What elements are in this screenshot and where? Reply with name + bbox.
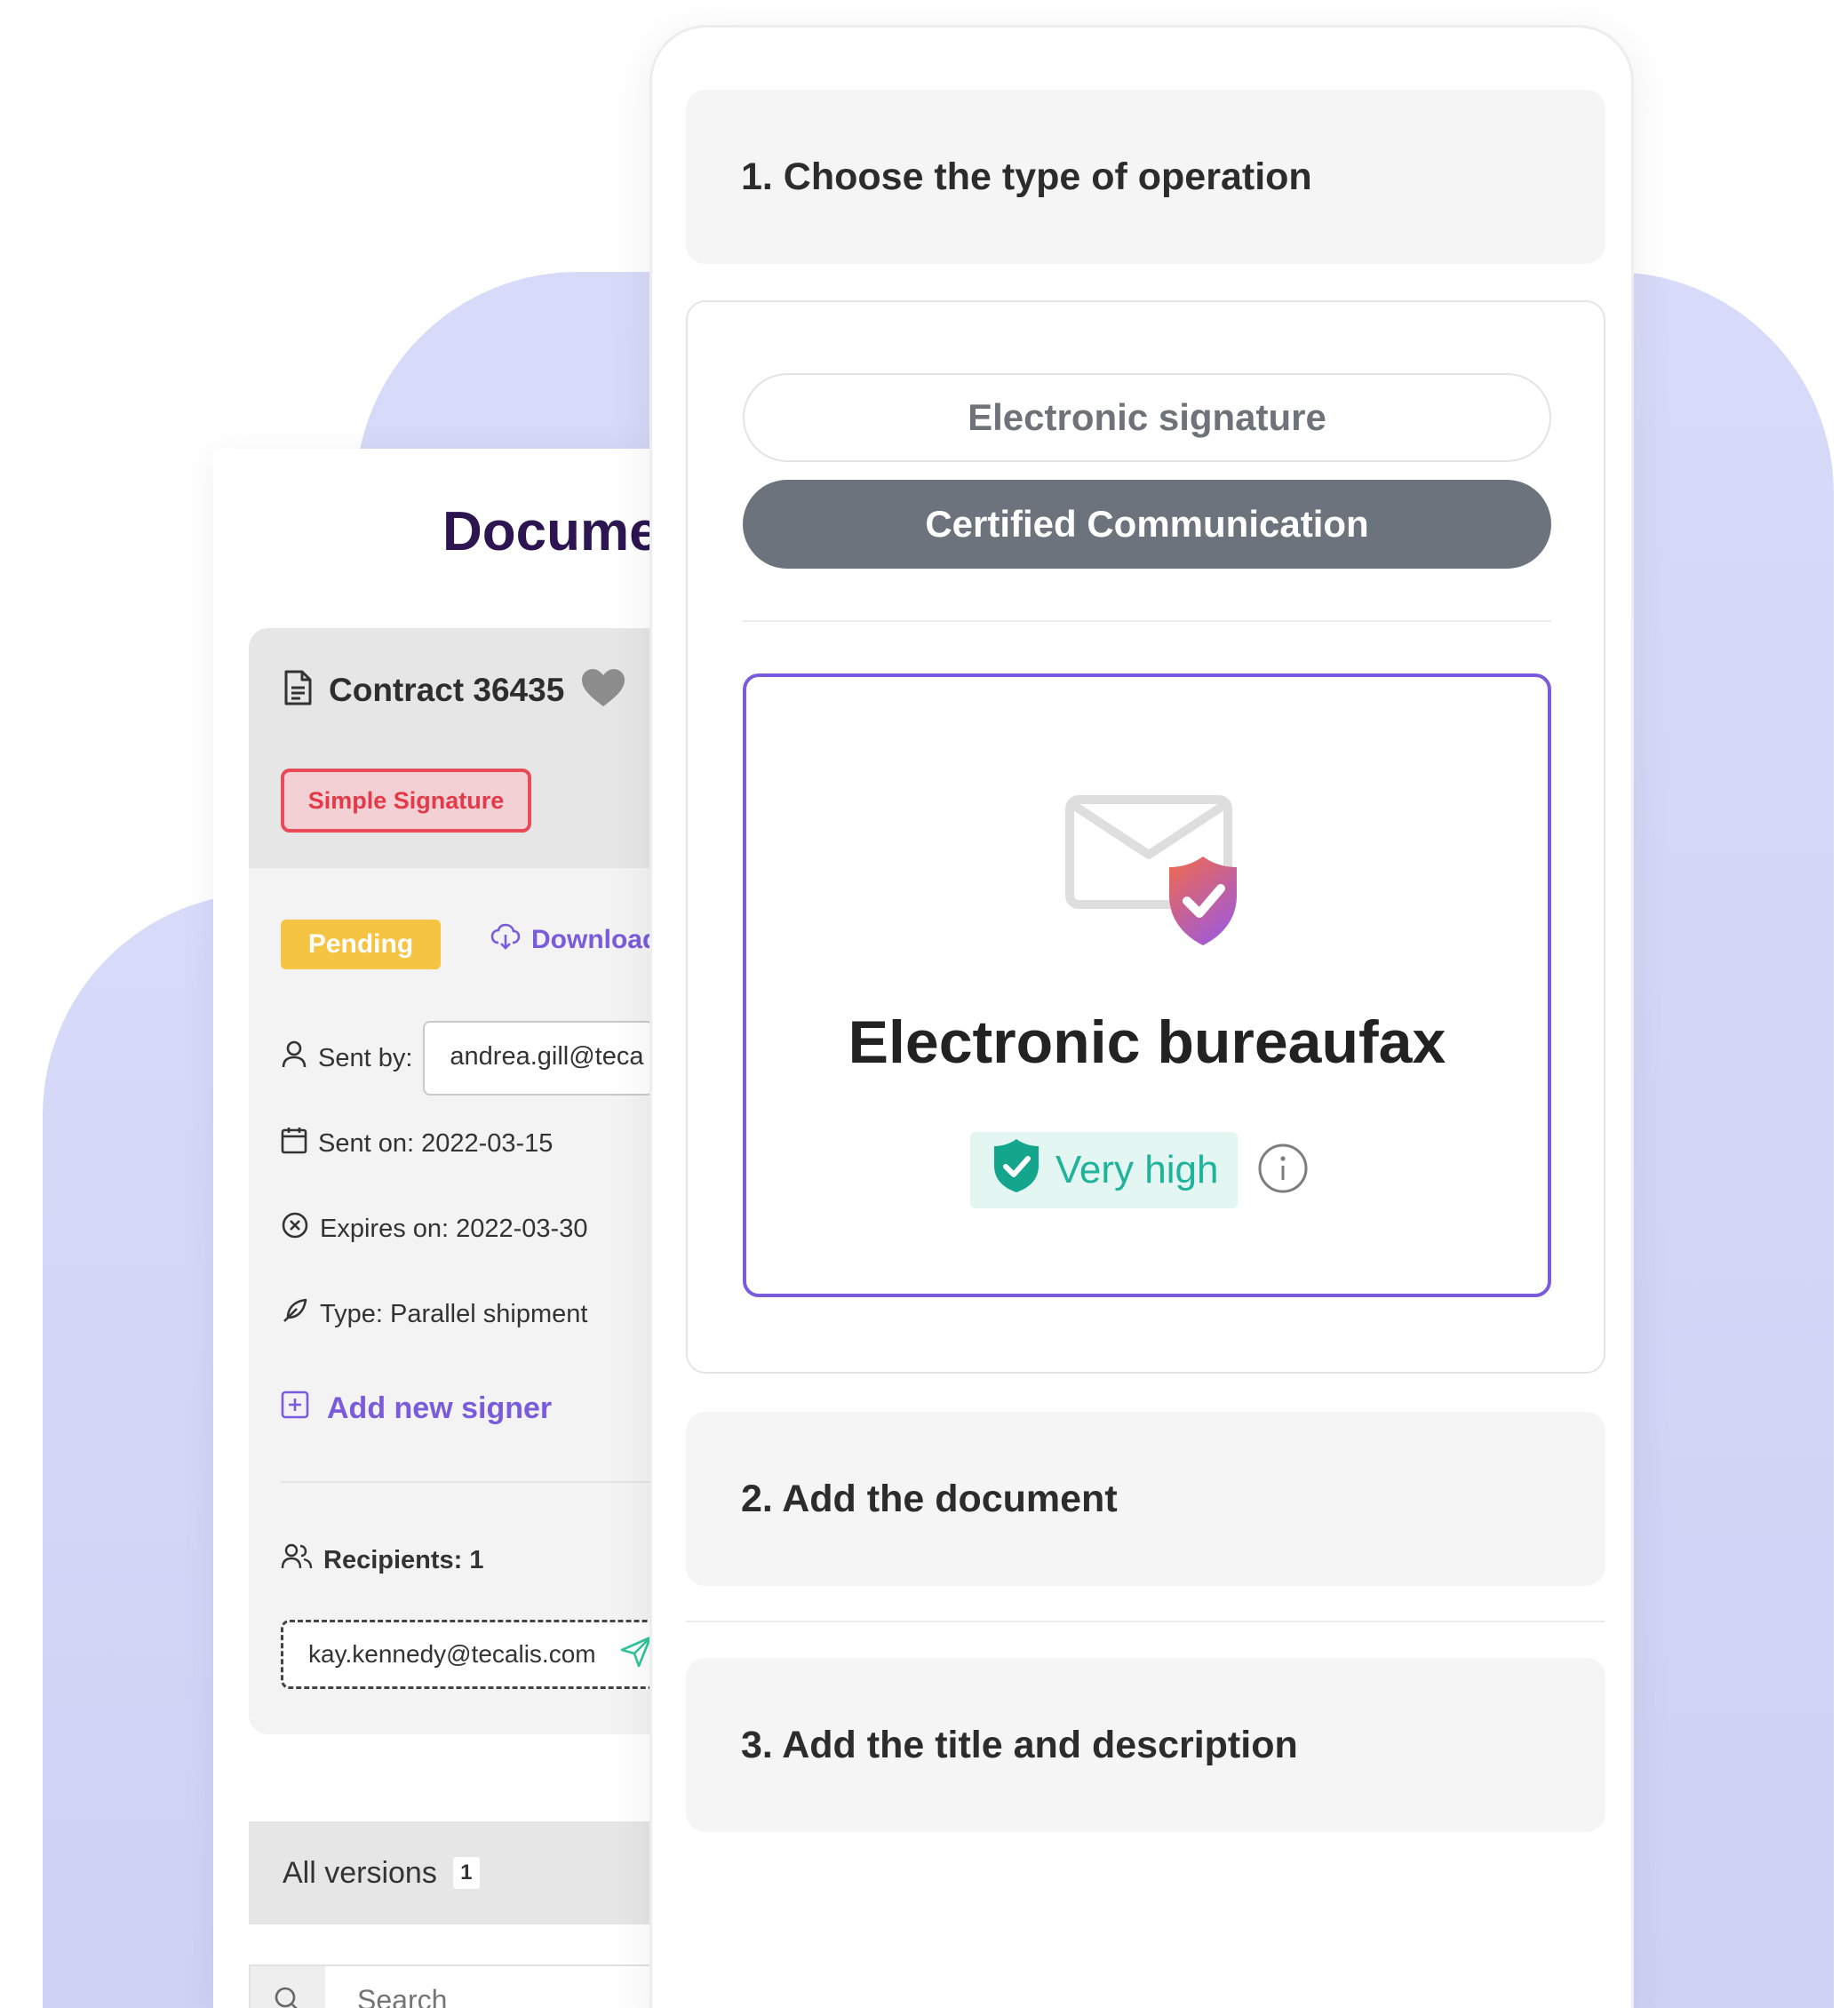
recipients-row: Recipients: 1: [281, 1543, 484, 1577]
step-2-label: 2. Add the document: [741, 1477, 1118, 1520]
step-3-label: 3. Add the title and description: [741, 1723, 1298, 1766]
expires-on-row: Expires on: 2022-03-30: [281, 1211, 587, 1247]
step-choose-operation[interactable]: 1. Choose the type of operation: [686, 90, 1605, 264]
operation-type-section: Electronic signature Certified Communica…: [686, 300, 1605, 1374]
new-operation-panel: 1. Choose the type of operation Electron…: [649, 25, 1634, 2008]
certified-communication-option[interactable]: Certified Communication: [743, 480, 1551, 569]
recipients-label: Recipients: 1: [323, 1545, 484, 1574]
heart-icon[interactable]: [580, 667, 626, 713]
sent-by-label: Sent by:: [318, 1043, 413, 1072]
signature-type-badge: Simple Signature: [281, 769, 531, 833]
expires-on-text: Expires on: 2022-03-30: [320, 1214, 588, 1243]
security-level-badge: Very high: [970, 1132, 1239, 1208]
step-1-label: 1. Choose the type of operation: [741, 155, 1312, 198]
electronic-signature-option[interactable]: Electronic signature: [743, 373, 1551, 462]
electronic-signature-label: Electronic signature: [968, 396, 1326, 438]
versions-count-badge: 1: [452, 1857, 480, 1889]
sent-on-text: Sent on: 2022-03-15: [318, 1128, 554, 1158]
page-title: Docume: [442, 501, 660, 562]
search-icon: [251, 1966, 325, 2008]
certified-communication-label: Certified Communication: [925, 503, 1369, 545]
document-icon: [283, 670, 313, 710]
step-add-title-description[interactable]: 3. Add the title and description: [686, 1658, 1605, 1832]
user-icon: [281, 1040, 307, 1076]
step-add-document[interactable]: 2. Add the document: [686, 1412, 1605, 1586]
calendar-icon: [281, 1126, 307, 1161]
expire-icon: [281, 1211, 309, 1247]
option-title: Electronic bureaufax: [848, 1008, 1446, 1076]
recipient-email: kay.kennedy@tecalis.com: [308, 1640, 596, 1668]
send-icon[interactable]: [619, 1635, 653, 1675]
sent-by-row: Sent by: andrea.gill@teca: [281, 1021, 655, 1096]
sent-by-field[interactable]: andrea.gill@teca: [423, 1021, 655, 1096]
certified-mail-icon: [1064, 793, 1242, 957]
feather-icon: [281, 1296, 309, 1332]
plus-square-icon: [281, 1390, 309, 1427]
divider: [686, 1621, 1605, 1622]
cloud-download-icon: [490, 923, 521, 957]
add-new-signer-button[interactable]: Add new signer: [281, 1390, 552, 1427]
security-level-row: Very high: [970, 1132, 1309, 1208]
download-link[interactable]: Download: [490, 923, 658, 957]
users-icon: [281, 1543, 313, 1577]
electronic-bureaufax-card[interactable]: Electronic bureaufax Very high: [743, 673, 1551, 1297]
status-badge: Pending: [281, 920, 441, 969]
security-level-label: Very high: [1055, 1148, 1219, 1191]
divider: [743, 620, 1551, 622]
contract-row: Contract 36435: [283, 667, 626, 713]
type-text: Type: Parallel shipment: [320, 1299, 588, 1328]
versions-label: All versions: [283, 1855, 437, 1890]
download-label: Download: [531, 925, 659, 954]
add-signer-label: Add new signer: [327, 1391, 553, 1425]
sent-on-row: Sent on: 2022-03-15: [281, 1126, 553, 1161]
shield-check-icon: [992, 1137, 1041, 1204]
contract-title: Contract 36435: [329, 671, 565, 708]
type-row: Type: Parallel shipment: [281, 1296, 587, 1332]
info-icon[interactable]: [1257, 1143, 1309, 1199]
